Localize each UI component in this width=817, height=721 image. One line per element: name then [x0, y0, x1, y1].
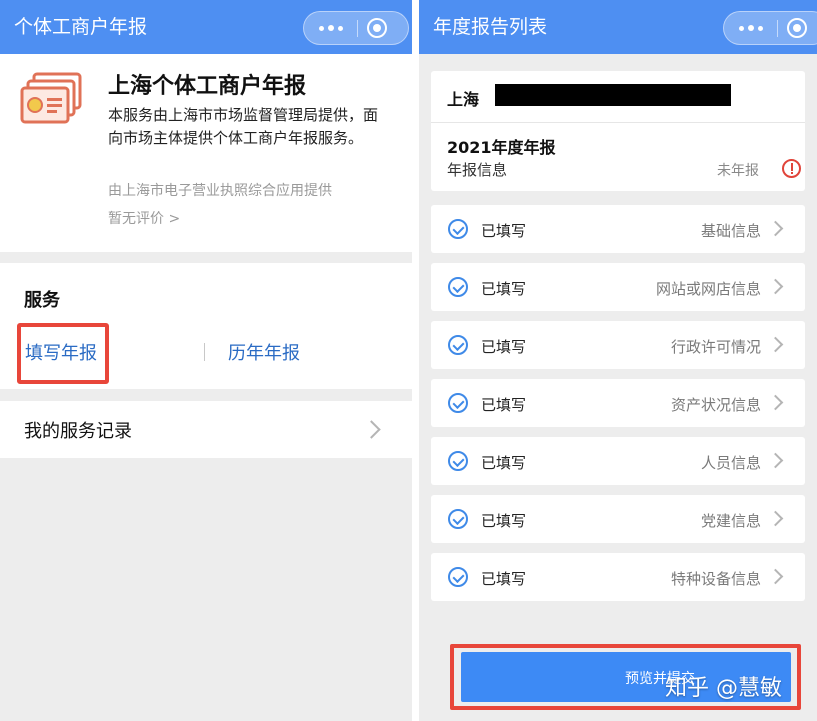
chevron-right-icon: [767, 452, 784, 469]
section-status: 已填写: [481, 338, 527, 356]
service-info-card: 上海个体工商户年报 本服务由上海市市场监督管理局提供，面向市场主体提供个体工商户…: [0, 54, 412, 252]
section-row-website-info[interactable]: 已填写 网站或网店信息: [431, 263, 805, 311]
check-circle-icon: [448, 335, 468, 355]
section-status: 已填写: [481, 570, 527, 588]
right-navbar: 年度报告列表: [419, 0, 817, 54]
capsule-divider: [777, 20, 778, 37]
report-status: 未年报: [717, 163, 759, 179]
left-navbar: 个体工商户年报: [0, 0, 412, 54]
service-rating[interactable]: 暂无评价 >: [108, 208, 180, 228]
left-nav-title: 个体工商户年报: [14, 16, 148, 38]
chevron-right-icon: [362, 420, 381, 439]
right-nav-title: 年度报告列表: [433, 16, 548, 38]
target-circle-icon[interactable]: [787, 18, 807, 38]
service-description: 本服务由上海市市场监督管理局提供，面向市场主体提供个体工商户年报服务。: [108, 106, 379, 147]
exclamation-circle-icon: [782, 159, 801, 178]
report-info-label: 年报信息: [447, 161, 508, 179]
target-circle-icon[interactable]: [367, 18, 387, 38]
certificate-icon: [20, 72, 82, 124]
chevron-right-icon: [767, 510, 784, 527]
chevron-right-icon: [767, 220, 784, 237]
section-row-basic-info[interactable]: 已填写 基础信息: [431, 205, 805, 253]
service-records-row[interactable]: 我的服务记录: [0, 401, 412, 458]
section-name: 资产状况信息: [670, 396, 761, 414]
chevron-right-icon: [767, 568, 784, 585]
chevron-right-icon: [767, 394, 784, 411]
right-panel: 年度报告列表 上海 2021年度年报 年报信息 未年报 已填写 基础信息 已填写: [419, 0, 817, 721]
section-row-party[interactable]: 已填写 党建信息: [431, 495, 805, 543]
section-status: 已填写: [481, 396, 527, 414]
redacted-company-name: [495, 84, 731, 106]
report-year-title: 2021年度年报: [447, 138, 556, 157]
check-circle-icon: [448, 219, 468, 239]
left-menu-capsule: [303, 11, 409, 45]
section-row-assets[interactable]: 已填写 资产状况信息: [431, 379, 805, 427]
more-dots-icon[interactable]: [724, 12, 777, 44]
service-title: 上海个体工商户年报: [108, 74, 307, 99]
fill-report-highlight: [17, 323, 109, 384]
more-dots-icon[interactable]: [304, 12, 357, 44]
section-name: 行政许可情况: [670, 338, 761, 356]
screenshot-root: 个体工商户年报 上海个体工商户年报 本服务由上海市市场监督管理局提供，面向市场主…: [0, 0, 817, 721]
service-provider[interactable]: 由上海市电子营业执照综合应用提供: [108, 180, 332, 200]
section-row-admin-license[interactable]: 已填写 行政许可情况: [431, 321, 805, 369]
check-circle-icon: [448, 567, 468, 587]
section-status: 已填写: [481, 222, 527, 240]
right-menu-capsule: [723, 11, 817, 45]
check-circle-icon: [448, 509, 468, 529]
chevron-right-icon: [767, 278, 784, 295]
check-circle-icon: [448, 451, 468, 471]
chevron-right-icon: [767, 336, 784, 353]
annual-report-card: 上海 2021年度年报 年报信息 未年报: [431, 71, 805, 191]
services-heading: 服务: [24, 290, 60, 311]
section-status: 已填写: [481, 512, 527, 530]
service-records-label: 我的服务记录: [24, 421, 132, 442]
section-status: 已填写: [481, 454, 527, 472]
card-divider: [431, 122, 805, 123]
left-panel: 个体工商户年报 上海个体工商户年报 本服务由上海市市场监督管理局提供，面向市场主…: [0, 0, 412, 721]
capsule-divider: [357, 20, 358, 37]
services-divider: [204, 343, 205, 361]
section-name: 网站或网店信息: [655, 280, 761, 298]
zhihu-watermark: 知乎 @慧敏: [665, 676, 782, 701]
section-name: 基础信息: [700, 222, 761, 240]
company-name: 上海: [447, 90, 480, 109]
section-name: 人员信息: [700, 454, 761, 472]
check-circle-icon: [448, 277, 468, 297]
section-name: 党建信息: [700, 512, 761, 530]
section-row-personnel[interactable]: 已填写 人员信息: [431, 437, 805, 485]
history-reports-button[interactable]: 历年年报: [228, 339, 300, 365]
check-circle-icon: [448, 393, 468, 413]
section-row-special-equipment[interactable]: 已填写 特种设备信息: [431, 553, 805, 601]
section-name: 特种设备信息: [670, 570, 761, 588]
section-status: 已填写: [481, 280, 527, 298]
